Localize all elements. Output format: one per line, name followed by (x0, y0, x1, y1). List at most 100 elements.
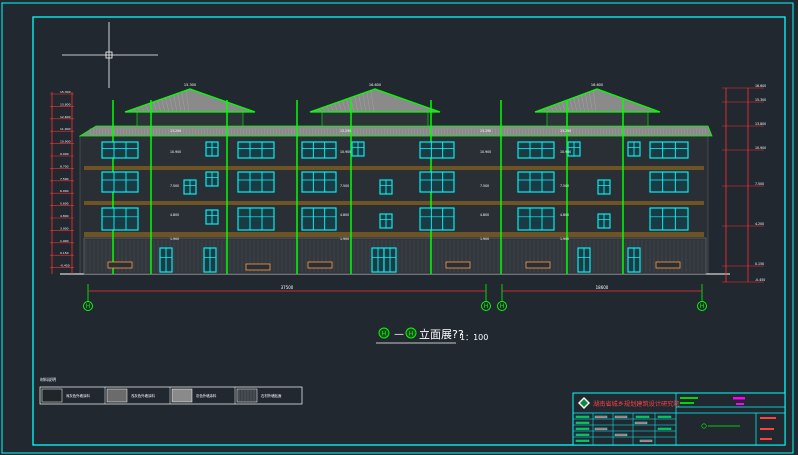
floor-level-label: 10.900 (170, 150, 181, 154)
right-elevation-label: 10.900 (755, 146, 766, 150)
floor-level-label: 1.900 (560, 237, 569, 241)
tb-cell-text (594, 427, 608, 431)
svg-text:H: H (500, 303, 505, 310)
building-elevation: 15.300 16.600 16.600 13.290 10.900 7.500 4.800… (60, 83, 730, 275)
roof-peak-elevation: 16.600 (591, 83, 603, 87)
svg-text:材料说明: 材料说明 (40, 376, 56, 382)
window (649, 171, 689, 193)
left-elevation-label: 1.900 (60, 239, 69, 243)
floor-level-label: 13.290 (560, 129, 571, 133)
floor-band (84, 201, 704, 205)
basement-window (245, 263, 271, 271)
tb-cell-label (575, 439, 590, 442)
window (517, 171, 555, 193)
tb-cell-text (614, 433, 628, 437)
total-dimension-right: 18600 (596, 285, 609, 290)
basement-window (525, 261, 551, 269)
right-elevation-label: 0.150 (755, 262, 764, 266)
svg-text:H: H (382, 330, 387, 338)
window (101, 171, 139, 193)
window (301, 207, 337, 231)
roof-peak-elevation: 15.300 (184, 83, 196, 87)
title-block: 湖南省城乡规划建筑设计研究院 (572, 392, 786, 446)
tb-cell-label (657, 427, 672, 430)
legend-swatch (41, 388, 63, 403)
legend-label: 石材外墙贴面 (261, 393, 282, 398)
svg-text:H: H (86, 303, 91, 310)
left-elevation-label: 11.900 (60, 127, 71, 131)
floor-level-label: 1.900 (170, 237, 179, 241)
gable-wall (321, 111, 429, 127)
floor-level-label: 4.800 (480, 213, 489, 217)
legend-label: 灰色外墙涂料 (196, 393, 217, 398)
basement-window (307, 261, 333, 269)
left-elevation-label: 3.900 (60, 226, 69, 230)
right-elevation-label: 4.200 (755, 222, 764, 226)
left-elevation-label: 0.150 (60, 251, 69, 255)
floor-level-label: 4.800 (340, 213, 349, 217)
tb-cell-text (639, 439, 653, 443)
cad-elevation-drawing: 15.300 16.600 16.600 13.290 10.900 7.500 4.800… (0, 0, 798, 455)
tb-cell-text (634, 421, 648, 425)
left-elevation-label: 5.600 (60, 202, 69, 206)
floor-level-label: 10.900 (340, 150, 351, 154)
window (301, 171, 337, 193)
floor-level-label: 7.500 (340, 184, 349, 188)
downpipe (500, 100, 502, 274)
svg-text:H: H (484, 303, 489, 310)
floor-level-label: 4.800 (560, 213, 569, 217)
downpipe (226, 100, 228, 274)
right-elevation-label: 13.800 (755, 122, 766, 126)
title-block-org: 湖南省城乡规划建筑设计研究院 (593, 400, 680, 408)
downpipe (296, 100, 298, 274)
floor-level-label: 1.900 (340, 237, 349, 241)
svg-text:H: H (700, 303, 705, 310)
right-elevation-label: -0.450 (755, 278, 765, 282)
window (101, 207, 139, 231)
left-elevation-label: 15.300 (60, 90, 71, 94)
floor-level-label: 10.900 (480, 150, 491, 154)
window (301, 141, 337, 159)
svg-text:H: H (409, 330, 414, 338)
left-elevation-label: 4.800 (60, 214, 69, 218)
roof-peak-elevation: 16.600 (369, 83, 381, 87)
legend-label: 浅灰色外墙涂料 (131, 393, 155, 398)
floor-band (84, 166, 704, 170)
floor-level-label: 13.290 (480, 129, 491, 133)
downpipe (622, 100, 624, 274)
window (419, 207, 455, 231)
window (419, 141, 455, 159)
window (237, 141, 275, 159)
window (101, 141, 139, 159)
floor-level-label: 7.500 (480, 184, 489, 188)
left-elevation-label: 10.900 (60, 140, 71, 144)
window (517, 207, 555, 231)
floor-level-label: 1.900 (480, 237, 489, 241)
left-elevation-label: 6.000 (60, 189, 69, 193)
left-elevation-label: 9.000 (60, 152, 69, 156)
tb-cell-label (575, 415, 590, 418)
total-dimension-left: 37500 (281, 285, 294, 290)
right-elevation-label: 16.600 (755, 84, 766, 88)
window (419, 171, 455, 193)
left-elevation-label: 8.700 (60, 164, 69, 168)
left-elevation-label: -0.450 (60, 264, 70, 268)
gable-wall (546, 111, 649, 127)
downpipe (150, 100, 152, 274)
left-elevation-label: 13.800 (60, 102, 71, 106)
tb-cell-label (657, 415, 672, 418)
legend-swatch (106, 388, 128, 403)
basement-window (107, 261, 133, 269)
downpipe (350, 100, 352, 274)
legend-swatch (171, 388, 193, 403)
tb-cell-text (594, 415, 608, 419)
tb-cell-text (614, 415, 628, 419)
window (649, 207, 689, 231)
floor-level-label: 13.290 (170, 129, 181, 133)
window (649, 141, 689, 159)
window (237, 207, 275, 231)
left-elevation-label: 12.600 (60, 115, 71, 119)
tb-cell-label (635, 415, 650, 418)
svg-text:—: — (394, 329, 404, 340)
window (237, 171, 275, 193)
